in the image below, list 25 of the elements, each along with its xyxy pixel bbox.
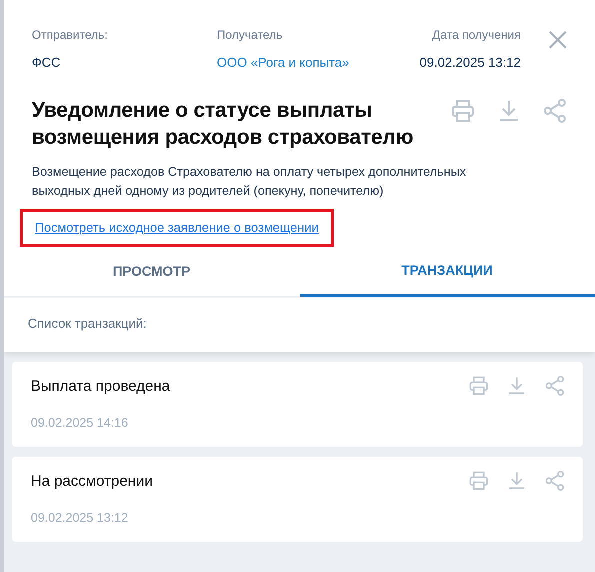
document-title: Уведомление о статусе выплаты возмещения расходов страхователю	[32, 98, 415, 151]
download-icon[interactable]	[497, 98, 521, 122]
print-icon[interactable]	[451, 98, 475, 122]
transaction-date: 09.02.2025 14:16	[31, 415, 130, 432]
transaction-status: На рассмотрении	[31, 472, 154, 492]
recipient-link[interactable]: ООО «Рога и копыта»	[217, 53, 420, 72]
share-icon[interactable]	[545, 470, 565, 491]
description-text: Возмещение расходов Страхователю на оплату четырех дополнительных выходных дней одному из родителей (опекуну, попечителю)	[32, 164, 468, 200]
transaction-status: Выплата проведена	[31, 376, 172, 397]
print-icon[interactable]	[469, 470, 489, 491]
tab[interactable]: ПРОСМОТР	[4, 250, 300, 298]
field-label: Отправитель:	[32, 27, 109, 44]
share-icon[interactable]	[545, 376, 565, 396]
print-icon[interactable]	[469, 376, 489, 396]
download-icon[interactable]	[507, 376, 527, 396]
list-title: Список транзакций:	[4, 297, 595, 352]
tab[interactable]: ТРАНЗАКЦИИ	[300, 250, 595, 298]
field-label: Дата получения	[431, 27, 521, 44]
field-value: ФСС	[32, 54, 62, 72]
share-icon[interactable]	[543, 98, 567, 122]
download-icon[interactable]	[507, 470, 527, 491]
field-label: Получатель	[217, 27, 284, 44]
transaction-date: 09.02.2025 13:12	[31, 510, 130, 528]
field-value: 09.02.2025 13:12	[420, 54, 521, 72]
source-link[interactable]: Посмотреть исходное заявление о возмещении	[35, 220, 319, 235]
